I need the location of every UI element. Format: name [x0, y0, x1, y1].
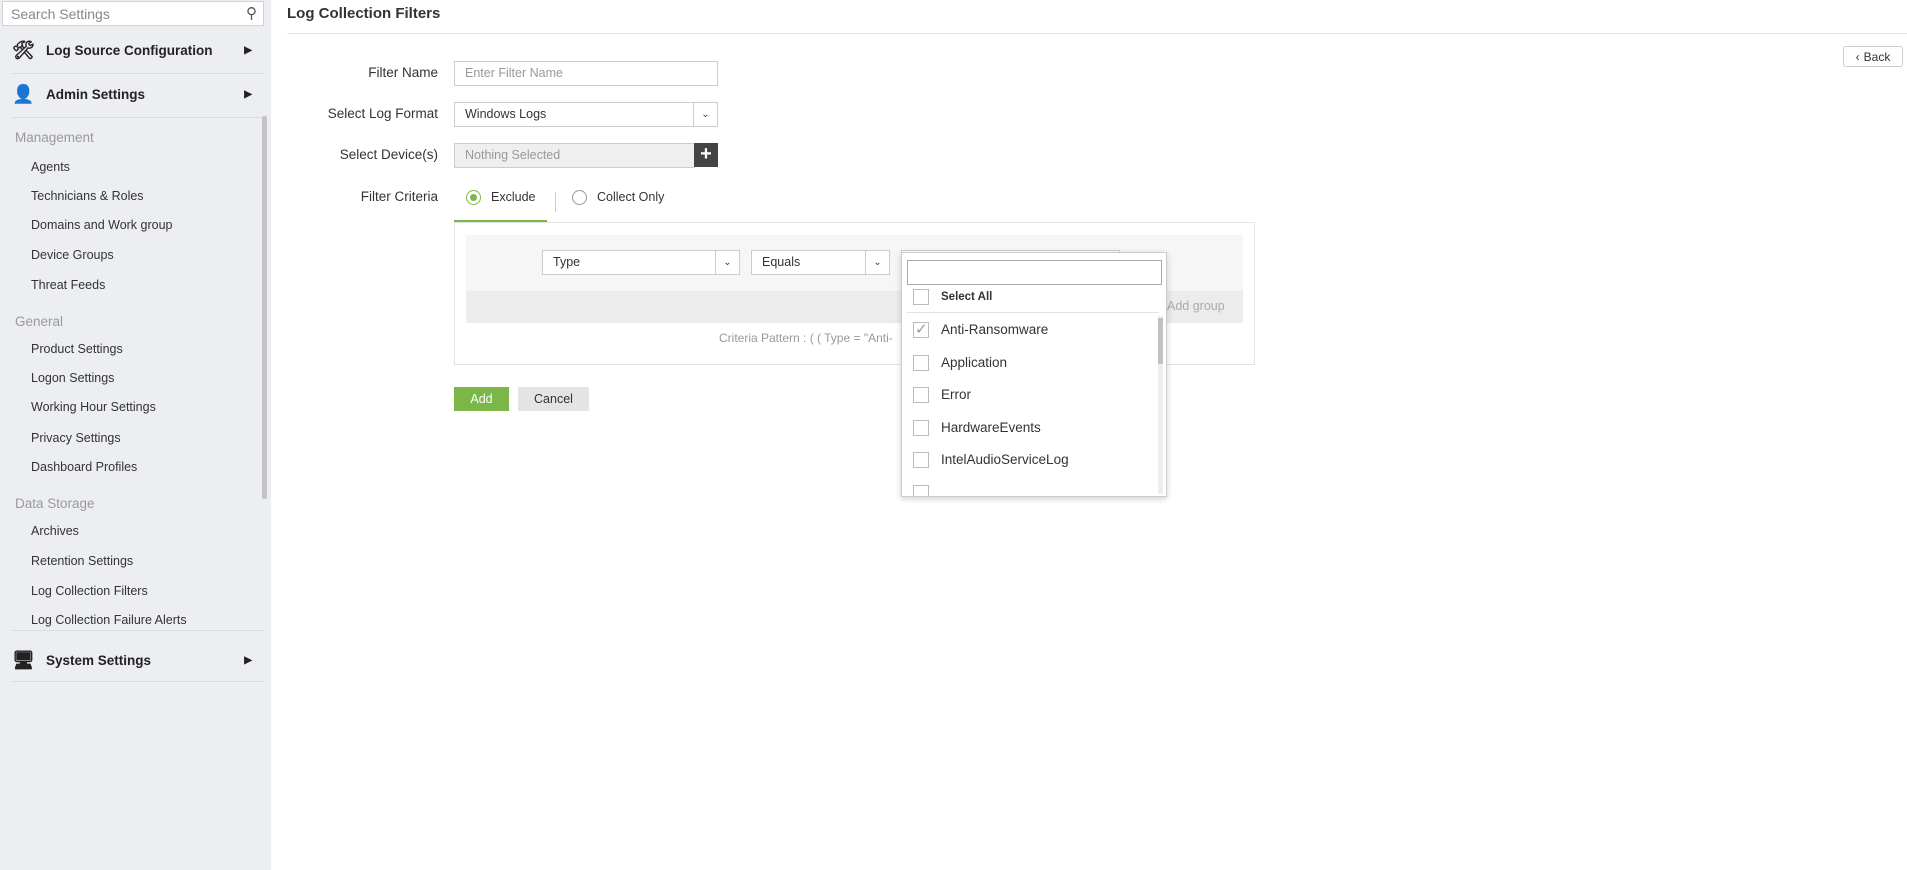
sidebar-item-logon-settings[interactable]: Logon Settings [31, 371, 114, 385]
caret-right-icon: ▶ [244, 654, 252, 666]
sidebar-item-threat-feeds[interactable]: Threat Feeds [31, 278, 105, 292]
checkbox-icon [913, 485, 929, 496]
back-label: Back [1863, 49, 1891, 64]
dropdown-search-input[interactable] [907, 260, 1162, 285]
criteria-pattern: Criteria Pattern : ( ( Type = "Anti- [719, 331, 893, 345]
devices-label: Select Device(s) [339, 147, 438, 162]
radio-icon [572, 190, 587, 206]
option-label: IntelAudioServiceLog [941, 452, 1069, 467]
plus-icon: + [700, 143, 712, 165]
option-intelaudioservicelog[interactable]: IntelAudioServiceLog [913, 452, 1069, 469]
devices-select[interactable]: Nothing Selected [454, 143, 695, 168]
page-title: Log Collection Filters [287, 5, 441, 22]
value-dropdown: Select All Anti-Ransomware Application E… [901, 252, 1167, 497]
sidebar-item-agents[interactable]: Agents [31, 160, 70, 174]
field-select[interactable]: Type ⌄ [542, 250, 740, 275]
group-data-storage: Data Storage [15, 496, 95, 511]
option-label: Select All [941, 291, 993, 304]
field-value: Type [553, 255, 581, 269]
caret-right-icon: ▶ [244, 88, 252, 100]
chevron-down-icon: ⌄ [693, 103, 717, 126]
chevron-left-icon: ‹ [1855, 49, 1860, 64]
divider [287, 33, 1907, 34]
divider [12, 630, 264, 631]
filter-name-input[interactable]: Enter Filter Name [454, 61, 718, 86]
checkbox-checked-icon [913, 320, 929, 339]
filter-name-label: Filter Name [368, 65, 438, 80]
log-format-value: Windows Logs [465, 107, 547, 121]
search-settings-input[interactable]: Search Settings ⚲ [2, 1, 264, 26]
divider [907, 312, 1159, 313]
operator-value: Equals [762, 255, 801, 269]
sidebar-item-device-groups[interactable]: Device Groups [31, 248, 114, 262]
filter-name-placeholder: Enter Filter Name [465, 66, 563, 80]
section-label: System Settings [46, 652, 152, 668]
checkbox-icon [913, 355, 929, 372]
sidebar-item-dashboard-profiles[interactable]: Dashboard Profiles [31, 460, 137, 474]
add-device-button[interactable]: + [694, 143, 718, 167]
search-placeholder: Search Settings [11, 6, 110, 22]
tools-icon: 🛠 [12, 39, 35, 60]
checkbox-icon [913, 289, 929, 305]
tab-label: Exclude [491, 190, 536, 204]
group-management: Management [15, 130, 94, 145]
sidebar-section-admin-settings[interactable]: 👤 Admin Settings ▶ [12, 76, 264, 112]
add-button[interactable]: Add [454, 387, 509, 411]
sidebar-section-log-source-configuration[interactable]: 🛠 Log Source Configuration ▶ [12, 32, 264, 68]
log-format-label: Select Log Format [327, 106, 438, 121]
radio-selected-icon [466, 190, 481, 206]
user-gear-icon: 👤 [12, 83, 35, 104]
dropdown-scroll-thumb[interactable] [1158, 318, 1163, 364]
select-all-option[interactable]: Select All [913, 289, 992, 305]
log-format-select[interactable]: Windows Logs ⌄ [454, 102, 718, 127]
tab-collect-only[interactable]: Collect Only [572, 190, 665, 206]
option-partial[interactable] [913, 485, 941, 496]
sidebar-item-archives[interactable]: Archives [31, 524, 79, 538]
devices-value: Nothing Selected [465, 148, 561, 162]
cancel-button[interactable]: Cancel [518, 387, 589, 411]
section-label: Admin Settings [46, 86, 146, 102]
divider [12, 73, 264, 74]
group-general: General [15, 314, 64, 329]
sidebar-item-privacy-settings[interactable]: Privacy Settings [31, 431, 121, 445]
divider [555, 192, 556, 212]
sidebar-item-product-settings[interactable]: Product Settings [31, 342, 123, 356]
option-hardwareevents[interactable]: HardwareEvents [913, 420, 1041, 437]
sidebar-item-log-collection-filters[interactable]: Log Collection Filters [31, 584, 148, 598]
option-label: Error [941, 387, 971, 402]
sidebar-section-system-settings[interactable]: 🖥 System Settings ▶ [12, 642, 264, 678]
tab-exclude[interactable]: Exclude [466, 190, 536, 206]
option-label: Application [941, 355, 1008, 370]
caret-right-icon: ▶ [244, 44, 252, 56]
sidebar-item-working-hour-settings[interactable]: Working Hour Settings [31, 400, 156, 414]
operator-select[interactable]: Equals ⌄ [751, 250, 890, 275]
option-label: HardwareEvents [941, 420, 1041, 435]
option-error[interactable]: Error [913, 387, 971, 404]
add-group-link[interactable]: Add group [1167, 299, 1225, 313]
sidebar-item-domains[interactable]: Domains and Work group [31, 218, 173, 232]
checkbox-icon [913, 452, 929, 469]
search-icon[interactable]: ⚲ [246, 4, 257, 22]
divider [12, 681, 264, 682]
chevron-down-icon: ⌄ [865, 251, 889, 274]
sidebar-item-log-collection-failure-alerts[interactable]: Log Collection Failure Alerts [31, 613, 187, 627]
option-anti-ransomware[interactable]: Anti-Ransomware [913, 320, 1049, 339]
checkbox-icon [913, 387, 929, 404]
sidebar-scrollbar[interactable] [262, 116, 267, 499]
divider [12, 117, 264, 118]
filter-criteria-label: Filter Criteria [360, 189, 438, 204]
chevron-down-icon: ⌄ [715, 251, 739, 274]
option-application[interactable]: Application [913, 355, 1008, 372]
checkbox-icon [913, 420, 929, 437]
monitor-gear-icon: 🖥 [12, 649, 35, 670]
option-label: Anti-Ransomware [941, 322, 1049, 337]
sidebar: Search Settings ⚲ 🛠 Log Source Configurati… [0, 0, 271, 870]
section-label: Log Source Configuration [46, 42, 213, 58]
sidebar-item-technicians-roles[interactable]: Technicians & Roles [31, 189, 144, 203]
back-button[interactable]: ‹ Back [1843, 46, 1903, 67]
tab-label: Collect Only [597, 190, 665, 204]
sidebar-item-retention-settings[interactable]: Retention Settings [31, 554, 133, 568]
